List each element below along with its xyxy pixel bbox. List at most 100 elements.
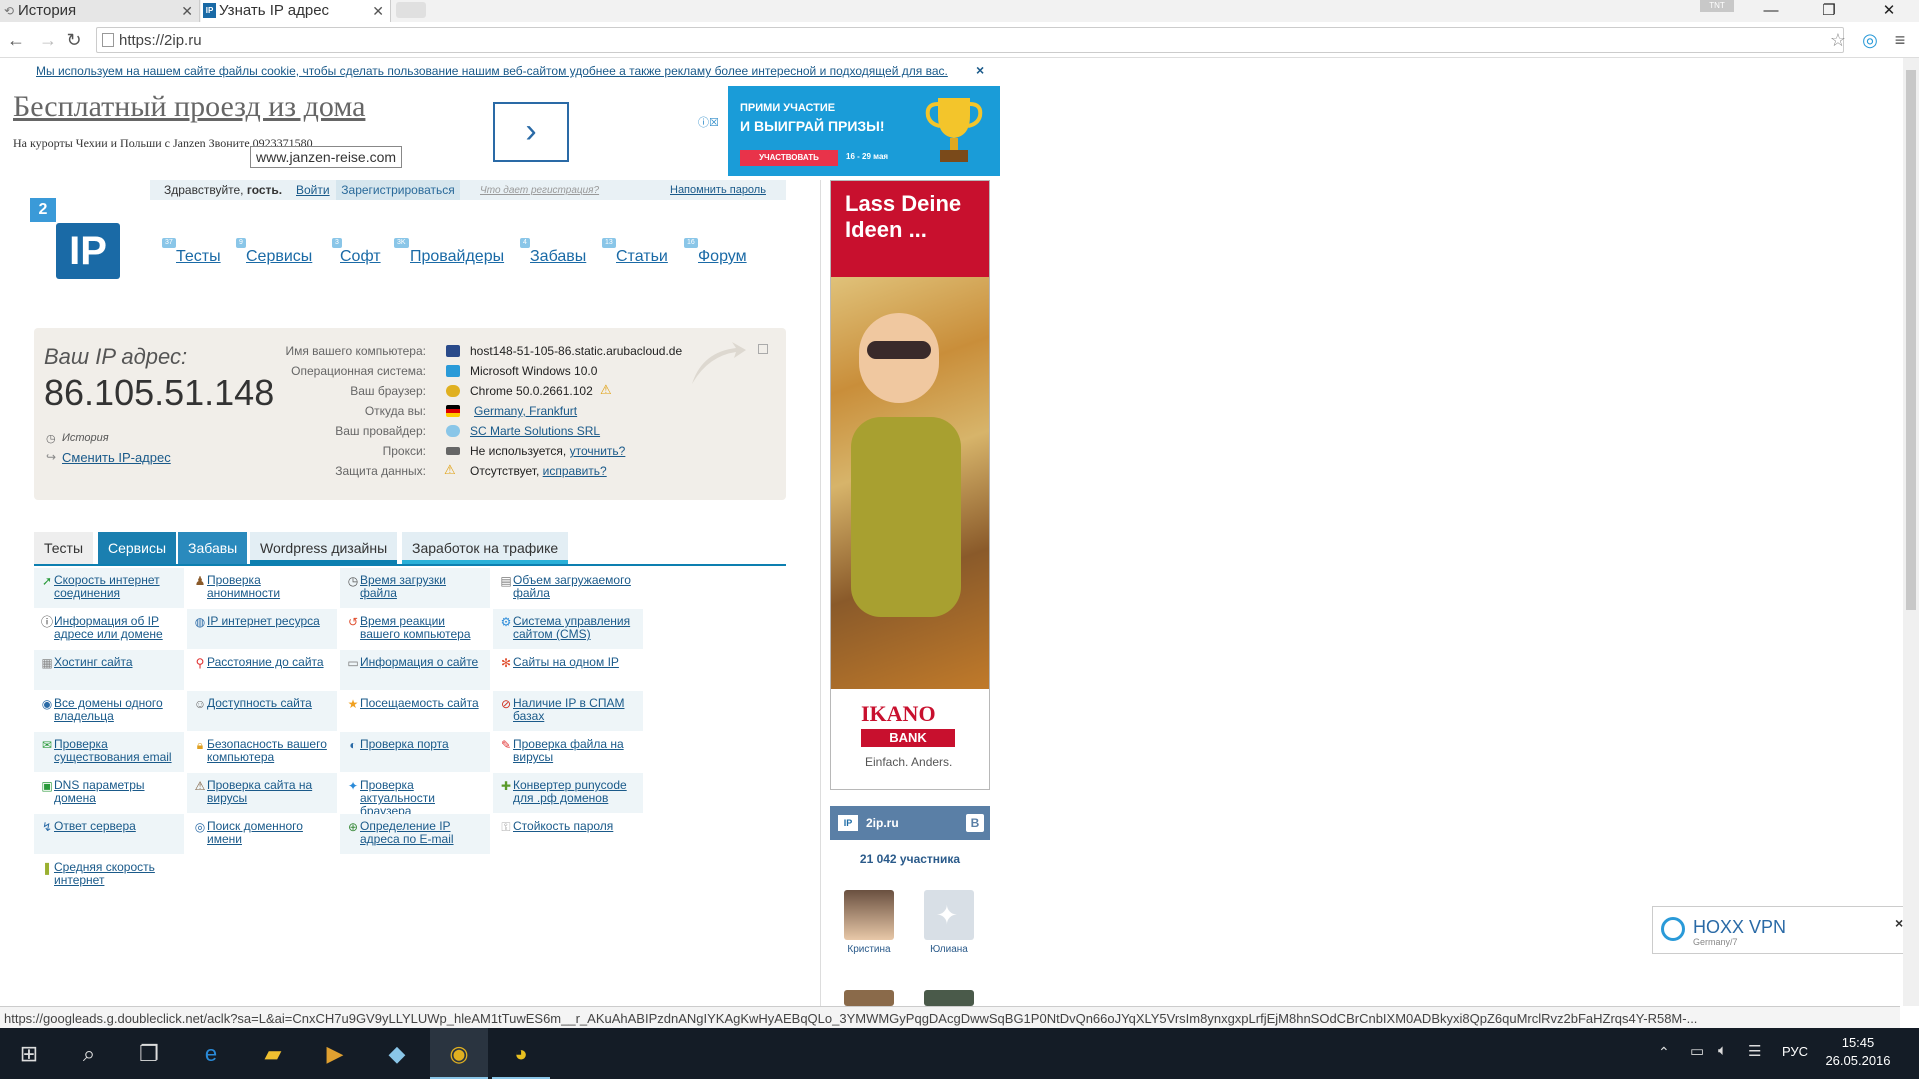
restore-button[interactable]: ❐ xyxy=(1806,0,1852,22)
service-item[interactable]: ▣ DNS параметры домена xyxy=(34,773,184,813)
register-button[interactable]: Зарегистрироваться xyxy=(336,180,460,200)
service-item[interactable]: ⚿ Стойкость пароля xyxy=(493,814,643,854)
service-link[interactable]: Информация о сайте xyxy=(360,656,484,669)
service-item[interactable]: ◍ IP интернет ресурса xyxy=(187,609,337,649)
service-item[interactable]: ✉ Проверка существования email xyxy=(34,732,184,772)
new-tab-button[interactable] xyxy=(396,2,426,18)
service-item[interactable]: ▭ Информация о сайте xyxy=(340,650,490,690)
start-button[interactable]: ⊞ xyxy=(0,1028,58,1079)
vk-member-name[interactable]: Юлиана xyxy=(919,944,979,955)
service-item[interactable]: ↺ Время реакции вашего компьютера xyxy=(340,609,490,649)
edge-icon[interactable]: e xyxy=(182,1028,240,1079)
service-item[interactable]: ⊘ Наличие IP в СПАМ базах xyxy=(493,691,643,731)
volume-icon[interactable]: 🔈︎ xyxy=(1718,1042,1727,1059)
service-item[interactable]: ◷ Время загрузки файла xyxy=(340,568,490,608)
service-link[interactable]: Проверка существования email xyxy=(54,738,178,764)
service-item[interactable]: ▤ Объем загружаемого файла xyxy=(493,568,643,608)
warning-icon[interactable]: ⚠ xyxy=(600,382,612,398)
tab-ip[interactable]: IP Узнать IP адрес ✕ xyxy=(201,0,391,22)
address-bar[interactable]: https://2ip.ru xyxy=(96,27,1844,53)
service-link[interactable]: Ответ сервера xyxy=(54,820,178,833)
service-item[interactable]: ✦ Проверка актуальности браузера xyxy=(340,773,490,818)
login-link[interactable]: Войти xyxy=(296,183,330,197)
service-link[interactable]: Проверка актуальности браузера xyxy=(360,779,484,818)
menu-fun[interactable]: Забавы xyxy=(530,248,586,266)
tab-fun[interactable]: Забавы xyxy=(178,532,248,564)
forward-icon[interactable]: → xyxy=(36,28,60,52)
app-icon[interactable]: ◆ xyxy=(368,1028,426,1079)
menu-tests[interactable]: Тесты xyxy=(176,248,221,266)
service-link[interactable]: Сайты на одном IP xyxy=(513,656,637,669)
tab-services[interactable]: Сервисы xyxy=(98,532,177,564)
service-link[interactable]: IP интернет ресурса xyxy=(207,615,331,628)
service-item[interactable]: ❚ Средняя скорость интернет xyxy=(34,855,184,895)
menu-forum[interactable]: Форум xyxy=(698,248,747,266)
vk-title[interactable]: 2ip.ru xyxy=(866,816,899,830)
menu-icon[interactable]: ≡ xyxy=(1888,28,1912,52)
service-item[interactable]: ⚠ Проверка сайта на вирусы xyxy=(187,773,337,813)
vk-icon[interactable]: В xyxy=(966,814,984,832)
service-link[interactable]: Доступность сайта xyxy=(207,697,331,710)
service-link[interactable]: Определение IP адреса по E-mail xyxy=(360,820,484,846)
service-item[interactable]: ✎ Проверка файла на вирусы xyxy=(493,732,643,772)
service-link[interactable]: Объем загружаемого файла xyxy=(513,574,637,600)
service-link[interactable]: Хостинг сайта xyxy=(54,656,178,669)
history-link[interactable]: История xyxy=(62,432,109,444)
top-ad[interactable]: Бесплатный проезд из дома На курорты Чех… xyxy=(0,86,719,190)
service-link[interactable]: Поиск доменного имени xyxy=(207,820,331,846)
back-icon[interactable]: ← xyxy=(4,28,28,52)
media-player-icon[interactable]: ▶ xyxy=(306,1028,364,1079)
service-item[interactable]: ⓘ Информация об IP адресе или домене xyxy=(34,609,184,649)
service-link[interactable]: Средняя скорость интернет xyxy=(54,861,178,887)
service-link[interactable]: Расстояние до сайта xyxy=(207,656,331,669)
page-scrollbar[interactable] xyxy=(1903,58,1919,1006)
service-item[interactable]: ↯ Ответ сервера xyxy=(34,814,184,854)
service-link[interactable]: Время загрузки файла xyxy=(360,574,484,600)
app-taskbar-icon[interactable]: ◕ xyxy=(492,1028,550,1079)
service-item[interactable]: ◉ Все домены одного владельца xyxy=(34,691,184,731)
service-item[interactable]: ♟ Проверка анонимности xyxy=(187,568,337,608)
service-link[interactable]: Все домены одного владельца xyxy=(54,697,178,723)
ip-address[interactable]: 86.105.51.148 xyxy=(44,372,274,414)
menu-providers[interactable]: Провайдеры xyxy=(410,248,504,266)
service-item[interactable]: ☺ Доступность сайта xyxy=(187,691,337,731)
vk-widget-header[interactable]: IP 2ip.ru В xyxy=(830,806,990,840)
service-item[interactable]: ➚ Скорость интернет соединения xyxy=(34,568,184,608)
avatar[interactable] xyxy=(924,990,974,1006)
hoxx-vpn-popup[interactable]: HOXX VPN Germany/7 × xyxy=(1652,906,1918,954)
avatar[interactable]: ✦ xyxy=(924,890,974,940)
search-icon[interactable]: ⌕ xyxy=(60,1028,118,1079)
widget-icon[interactable] xyxy=(758,344,768,354)
service-link[interactable]: Информация об IP адресе или домене xyxy=(54,615,178,641)
clock[interactable]: 15:45 26.05.2016 xyxy=(1808,1034,1908,1070)
service-item[interactable]: ◐ Проверка порта xyxy=(340,732,490,772)
ad-arrow-button[interactable]: › xyxy=(493,102,569,162)
service-item[interactable]: ★ Посещаемость сайта xyxy=(340,691,490,731)
service-link[interactable]: Проверка порта xyxy=(360,738,484,751)
menu-services[interactable]: Сервисы xyxy=(246,248,312,266)
file-explorer-icon[interactable]: ▰ xyxy=(244,1028,302,1079)
adchoices-icon[interactable]: ⓘ☒ xyxy=(698,114,719,130)
service-link[interactable]: Время реакции вашего компьютера xyxy=(360,615,484,641)
tray-chevron-icon[interactable]: ⌃ xyxy=(1658,1044,1670,1061)
reload-icon[interactable]: ↻ xyxy=(62,28,86,52)
location-link[interactable]: Germany, Frankfurt xyxy=(474,404,577,418)
service-item[interactable]: 🔒︎ Безопасность вашего компьютера xyxy=(187,732,337,772)
service-item[interactable]: ◎ Поиск доменного имени xyxy=(187,814,337,854)
service-link[interactable]: Проверка сайта на вирусы xyxy=(207,779,331,805)
task-view-icon[interactable]: ❐ xyxy=(120,1028,178,1079)
service-item[interactable]: ✚ Конвертер punycode для .рф доменов xyxy=(493,773,643,813)
cookie-close-button[interactable]: × xyxy=(976,62,984,78)
tab-history[interactable]: ⟲ История ✕ xyxy=(0,0,200,22)
ad-title[interactable]: Бесплатный проезд из дома xyxy=(13,90,365,124)
service-item[interactable]: ⊕ Определение IP адреса по E-mail xyxy=(340,814,490,854)
provider-link[interactable]: SC Marte Solutions SRL xyxy=(470,424,600,438)
chrome-taskbar-icon[interactable]: ◉ xyxy=(430,1028,488,1079)
service-link[interactable]: Скорость интернет соединения xyxy=(54,574,178,600)
tab-earnings[interactable]: Заработок на трафике xyxy=(402,532,569,564)
cookie-text[interactable]: Мы используем на нашем сайте файлы cooki… xyxy=(36,64,948,78)
service-link[interactable]: DNS параметры домена xyxy=(54,779,178,805)
star-icon[interactable]: ☆ xyxy=(1826,28,1850,52)
service-link[interactable]: Безопасность вашего компьютера xyxy=(207,738,331,764)
service-link[interactable]: Наличие IP в СПАМ базах xyxy=(513,697,637,723)
